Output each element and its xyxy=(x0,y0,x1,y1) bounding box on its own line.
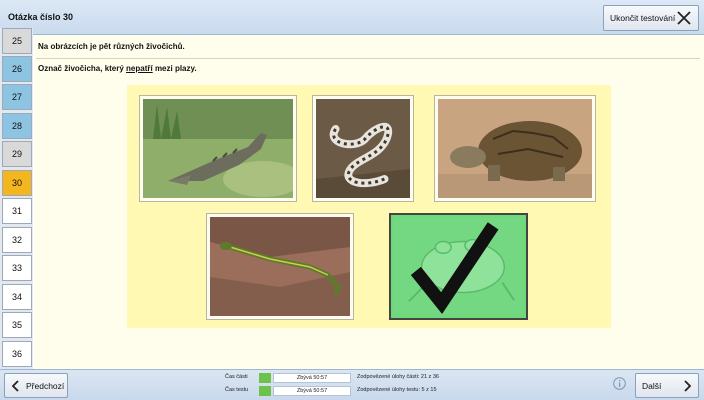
test-time-indicator xyxy=(259,386,271,396)
lizard-image xyxy=(210,217,350,316)
page-title: Otázka číslo 30 xyxy=(8,12,74,22)
sidebar-item-31[interactable]: 31 xyxy=(2,198,32,224)
section-time-value: Zbývá 50:57 xyxy=(273,373,351,383)
answer-crocodile[interactable] xyxy=(139,95,297,202)
sidebar-item-34[interactable]: 34 xyxy=(2,284,32,310)
info-icon[interactable] xyxy=(613,377,626,390)
test-answered-count: Zodpovězené úlohy testu: 5 z 15 xyxy=(357,387,437,393)
chevron-left-icon xyxy=(11,380,19,392)
instruction-part: Označ živočicha, který xyxy=(38,64,127,73)
next-button[interactable]: Další xyxy=(635,373,699,398)
chevron-right-icon xyxy=(684,380,692,392)
end-test-label: Ukončit testování xyxy=(610,13,676,23)
section-time-label: Čas části xyxy=(225,374,248,380)
instruction-emphasis: nepatří xyxy=(126,64,153,73)
previous-button[interactable]: Předchozí xyxy=(4,373,68,398)
sidebar-item-27[interactable]: 27 xyxy=(2,84,32,110)
instruction-part: mezi plazy. xyxy=(152,64,197,73)
close-icon xyxy=(677,11,691,25)
crocodile-image xyxy=(143,99,293,198)
sidebar-item-35[interactable]: 35 xyxy=(2,312,32,338)
sidebar-item-29[interactable]: 29 xyxy=(2,141,32,167)
sidebar-item-26[interactable]: 26 xyxy=(2,56,32,82)
answer-lizard[interactable] xyxy=(206,213,354,320)
sidebar-item-33[interactable]: 33 xyxy=(2,255,32,281)
tortoise-image xyxy=(438,99,592,198)
top-bar xyxy=(0,0,704,35)
divider xyxy=(36,58,700,59)
sidebar-item-28[interactable]: 28 xyxy=(2,113,32,139)
test-time-value: Zbývá 50:57 xyxy=(273,386,351,396)
question-instruction: Označ živočicha, který nepatří mezi plaz… xyxy=(38,64,197,73)
sidebar-item-30[interactable]: 30 xyxy=(2,170,32,196)
answer-tortoise[interactable] xyxy=(434,95,596,202)
answer-snake[interactable] xyxy=(312,95,414,202)
checkmark-icon xyxy=(410,222,499,315)
section-answered-count: Zodpovězené úlohy části: 21 z 36 xyxy=(357,374,439,380)
sidebar-item-36[interactable]: 36 xyxy=(2,341,32,367)
snake-image xyxy=(316,99,410,198)
previous-label: Předchozí xyxy=(26,381,65,391)
sidebar-item-32[interactable]: 32 xyxy=(2,227,32,253)
end-test-button[interactable]: Ukončit testování xyxy=(603,5,699,31)
bottom-bar xyxy=(0,369,704,400)
section-time-indicator xyxy=(259,373,271,383)
next-label: Další xyxy=(642,381,662,391)
test-time-label: Čas testu xyxy=(225,387,249,393)
question-intro: Na obrázcích je pět různých živočichů. xyxy=(38,42,185,51)
answer-frog[interactable] xyxy=(389,213,528,320)
sidebar-item-25[interactable]: 25 xyxy=(2,28,32,54)
